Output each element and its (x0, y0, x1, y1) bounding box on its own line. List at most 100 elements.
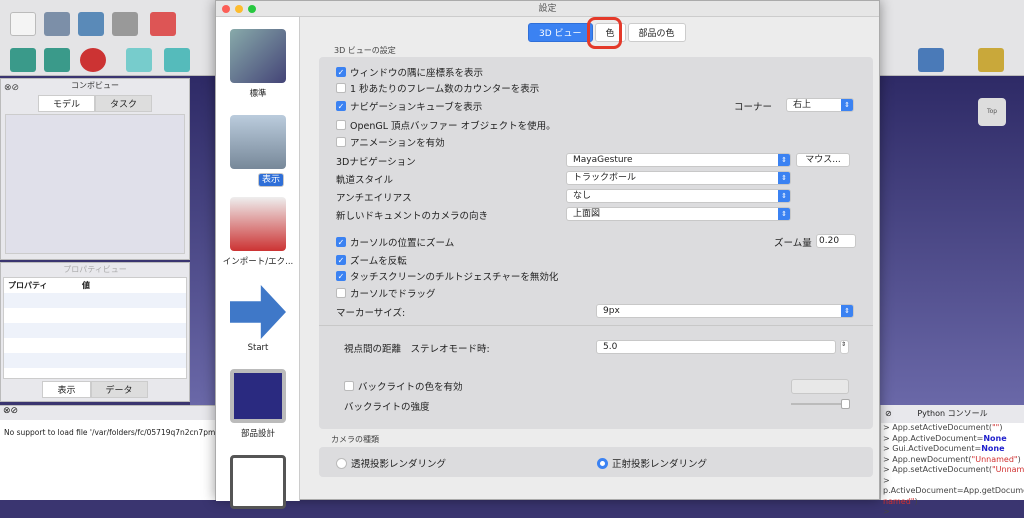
tab-model[interactable]: モデル (37, 95, 95, 112)
view-front-icon[interactable] (164, 48, 190, 72)
checkbox[interactable]: ✓ (336, 255, 346, 265)
fit-selection-icon[interactable] (44, 48, 70, 72)
arrow-right-icon (230, 285, 286, 339)
sidebar-item-start[interactable]: Start (216, 285, 300, 353)
checkbox[interactable] (336, 288, 346, 298)
checkbox-label: タッチスクリーンのチルトジェスチャーを無効化 (350, 272, 559, 283)
backlight-slider[interactable] (791, 399, 850, 409)
console-line: > App.newDocument("Unnamed") (883, 454, 1021, 464)
sidebar-label: 部品設計 (240, 429, 275, 439)
save-icon[interactable] (78, 12, 104, 36)
fit-all-icon[interactable] (10, 48, 36, 72)
chevron-updown-icon: ⇕ (778, 208, 790, 220)
chevron-updown-icon: ⇕ (778, 190, 790, 202)
sidebar-item-next[interactable] (216, 455, 300, 513)
sidebar-item-general[interactable]: 標準 (216, 29, 300, 99)
open-icon[interactable] (44, 12, 70, 36)
checkbox-3[interactable]: OpenGL 頂点バッファー オブジェクトを使用。 (336, 118, 556, 132)
combo-view: ⊗⊘ コンボビュー モデル タスク (0, 78, 190, 260)
console-line: > (883, 475, 890, 485)
eye-distance-label: 視点間の距離 ステレオモード時: (344, 344, 490, 355)
checkbox[interactable] (344, 381, 354, 391)
checkbox-label: アニメーションを有効 (350, 138, 445, 149)
sidebar-item-import-export[interactable]: インポート/エク... (216, 197, 300, 267)
monitor-icon (230, 115, 286, 169)
close-icon[interactable]: ⊘ (885, 405, 892, 423)
orbit-select[interactable]: トラックボール ⇕ (566, 171, 791, 185)
checkbox[interactable] (336, 120, 346, 130)
aa-select[interactable]: なし ⇕ (566, 189, 791, 203)
console-line: > (883, 507, 890, 516)
backlight-color-button[interactable] (791, 379, 849, 394)
view-box-icon[interactable] (918, 48, 944, 72)
sidebar-item-display[interactable]: 表示 (216, 115, 300, 187)
radio[interactable] (597, 457, 608, 469)
chevron-updown-icon: ⇕ (778, 154, 790, 166)
tree-view[interactable] (5, 114, 185, 254)
tab-part-colors[interactable]: 部品の色 (627, 23, 686, 42)
checkbox[interactable]: ✓ (336, 237, 346, 247)
marker-select[interactable]: 9px ⇕ (596, 304, 854, 318)
checkbox-label: 1 秒あたりのフレーム数のカウンターを表示 (350, 84, 540, 95)
slider-thumb[interactable] (841, 399, 850, 409)
checkbox-1[interactable]: 1 秒あたりのフレーム数のカウンターを表示 (336, 81, 539, 95)
cam-label: 新しいドキュメントのカメラの向き (336, 211, 489, 222)
checkbox2-1[interactable]: ✓ タッチスクリーンのチルトジェスチャーを無効化 (336, 269, 558, 283)
console-line: > Gui.ActiveDocument=None (883, 444, 1005, 453)
cut-icon[interactable] (150, 12, 176, 36)
radio-label: 正射投影レンダリング (612, 459, 708, 470)
dialog-title: 設定 (538, 4, 557, 14)
checkbox2-2[interactable]: カーソルでドラッグ (336, 286, 436, 300)
checkbox[interactable] (336, 137, 346, 147)
cam-select[interactable]: 上面図 ⇕ (566, 207, 791, 221)
part-design-icon (230, 369, 286, 423)
corner-select[interactable]: 右上 ⇕ (786, 98, 854, 112)
checkbox-zoom-at-cursor[interactable]: ✓ カーソルの位置にズーム (336, 235, 454, 249)
view-isometric-icon[interactable] (126, 48, 152, 72)
property-view: プロパティビュー プロパティ 値 表示 データ (0, 262, 190, 402)
marker-label: マーカーサイズ: (336, 308, 406, 319)
spinner-icon[interactable]: ⇕ (840, 340, 849, 354)
checkbox-label: ウィンドウの隅に座標系を表示 (350, 68, 484, 79)
checkbox-4[interactable]: アニメーションを有効 (336, 135, 445, 149)
checkbox[interactable]: ✓ (336, 67, 346, 77)
checkbox-label: バックライトの色を有効 (358, 382, 463, 393)
new-file-icon[interactable] (10, 12, 36, 36)
minimize-button[interactable] (235, 5, 243, 13)
column-value: 値 (82, 281, 90, 290)
checkbox[interactable]: ✓ (336, 271, 346, 281)
nav-label: 3Dナビゲーション (336, 157, 416, 168)
checkbox2-0[interactable]: ✓ ズームを反転 (336, 253, 407, 267)
tab-data[interactable]: データ (90, 381, 148, 398)
radio-orthographic[interactable]: 正射投影レンダリング (597, 456, 707, 470)
highlight-annotation (587, 17, 622, 49)
draw-style-icon[interactable] (80, 48, 106, 72)
print-icon[interactable] (112, 12, 138, 36)
tab-view[interactable]: 表示 (42, 381, 91, 398)
sidebar-item-part-design[interactable]: 部品設計 (216, 369, 300, 439)
zoom-step-spinbox[interactable]: 0.20 (816, 234, 856, 248)
console-line: named") (883, 496, 918, 506)
tab-task[interactable]: タスク (95, 95, 153, 112)
checkbox-0[interactable]: ✓ ウィンドウの隅に座標系を表示 (336, 65, 483, 79)
navigation-cube[interactable]: Top (978, 98, 1006, 126)
radio[interactable] (336, 457, 347, 469)
close-icon[interactable]: ⊗⊘ (0, 406, 215, 420)
checkbox-backlight[interactable]: バックライトの色を有効 (344, 379, 463, 393)
measure-icon[interactable] (978, 48, 1004, 72)
group-label: 3D ビューの設定 (334, 46, 396, 55)
checkbox-label: OpenGL 頂点バッファー オブジェクトを使用。 (350, 121, 556, 132)
sidebar-label: インポート/エク... (222, 257, 294, 267)
python-console[interactable]: ⊘ Python コンソール > App.setActiveDocument(""… (880, 405, 1024, 516)
eye-distance-input[interactable]: 5.0 (596, 340, 836, 354)
checkbox[interactable] (336, 83, 346, 93)
checkbox-2[interactable]: ✓ ナビゲーションキューブを表示 (336, 99, 482, 113)
zoom-button[interactable] (248, 5, 256, 13)
tab-3d-view[interactable]: 3D ビュー (528, 23, 593, 42)
mouse-button[interactable]: マウス... (796, 153, 850, 167)
close-icon[interactable]: ⊗⊘ (4, 81, 19, 95)
nav-select[interactable]: MayaGesture ⇕ (566, 153, 791, 167)
close-button[interactable] (222, 5, 230, 13)
checkbox[interactable]: ✓ (336, 101, 346, 111)
radio-perspective[interactable]: 透視投影レンダリング (336, 456, 446, 470)
